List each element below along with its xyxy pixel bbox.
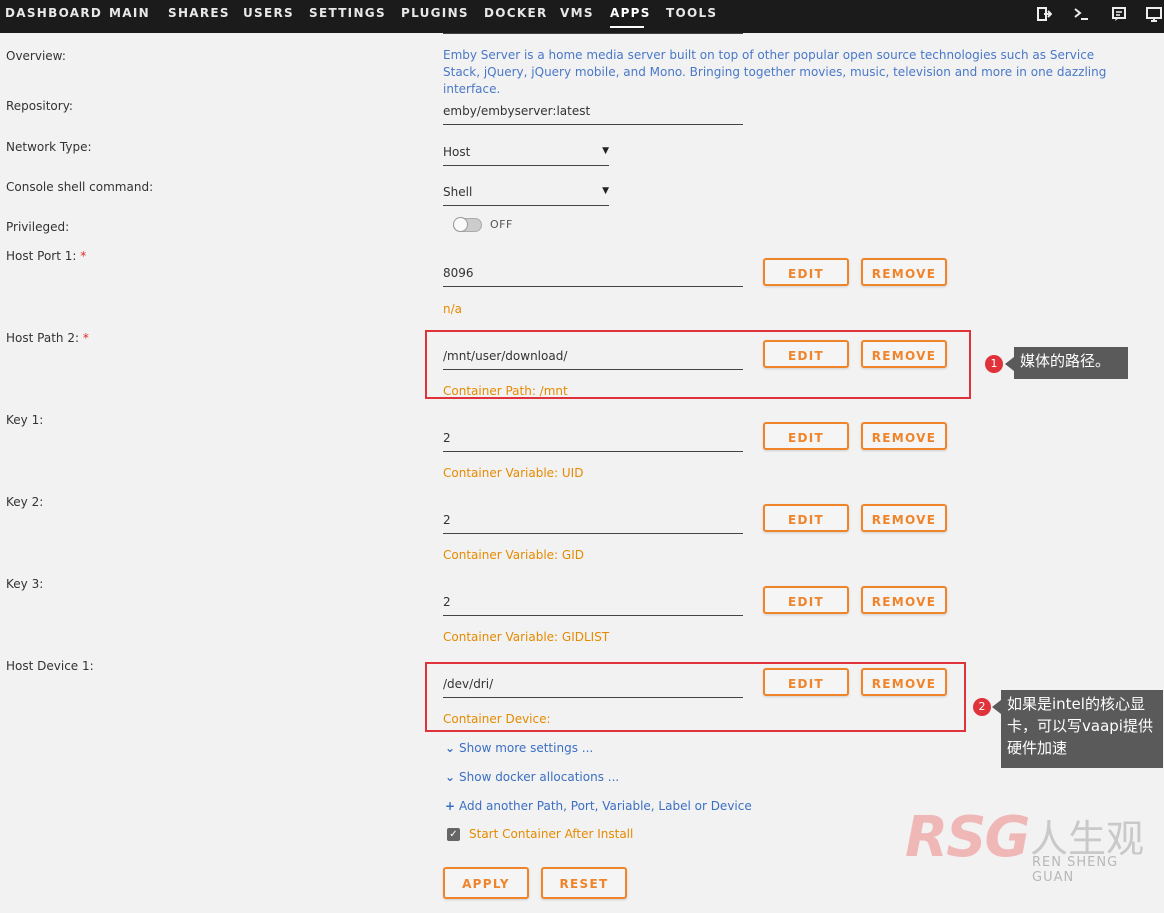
show-more-settings-text: Show more settings ... <box>459 741 594 755</box>
watermark-logo: RSG <box>905 805 1030 870</box>
privileged-state: OFF <box>490 218 513 231</box>
key2-edit-button[interactable]: EDIT <box>763 504 849 532</box>
reset-button[interactable]: RESET <box>541 867 627 899</box>
overview-text: Emby Server is a home media server built… <box>443 48 1107 96</box>
chevron-down-icon: ⌄ <box>445 741 456 755</box>
key2-label: Key 2: <box>6 495 44 509</box>
show-docker-allocations-link[interactable]: ⌄ Show docker allocations ... <box>445 770 619 784</box>
nav-tools[interactable]: TOOLS <box>666 0 717 26</box>
annotation-box-2 <box>425 662 966 732</box>
chevron-down-icon: ▼ <box>602 146 609 156</box>
start-after-install-label: Start Container After Install <box>469 827 634 841</box>
key1-edit-button[interactable]: EDIT <box>763 422 849 450</box>
nav-apps[interactable]: APPS <box>610 0 651 26</box>
host-path-label-text: Host Path 2: <box>6 331 79 345</box>
nav-plugins[interactable]: PLUGINS <box>401 0 469 26</box>
host-port-edit-button[interactable]: EDIT <box>763 258 849 286</box>
required-mark: * <box>82 331 89 345</box>
annotation-callout-2: 如果是intel的核心显卡，可以写vaapi提供硬件加速 <box>992 690 1163 768</box>
key3-input[interactable]: 2 <box>443 595 743 616</box>
overview-label: Overview: <box>6 49 66 63</box>
key3-label: Key 3: <box>6 577 44 591</box>
key1-input[interactable]: 2 <box>443 431 743 452</box>
key3-remove-button[interactable]: REMOVE <box>861 586 947 614</box>
check-icon: ✓ <box>449 829 458 840</box>
key1-label: Key 1: <box>6 413 44 427</box>
show-docker-allocations-text: Show docker allocations ... <box>459 770 620 784</box>
annotation-box-1 <box>425 330 971 399</box>
host-port-input[interactable]: 8096 <box>443 266 743 287</box>
nav-shares[interactable]: SHARES <box>168 0 230 26</box>
repository-label: Repository: <box>6 99 73 113</box>
logout-icon[interactable] <box>1036 6 1053 22</box>
nav-settings[interactable]: SETTINGS <box>309 0 386 26</box>
nav-docker[interactable]: DOCKER <box>484 0 548 26</box>
host-device-label: Host Device 1: <box>6 659 94 673</box>
key2-input[interactable]: 2 <box>443 513 743 534</box>
toggle-knob <box>453 217 468 232</box>
monitor-icon[interactable] <box>1146 6 1162 22</box>
host-port-remove-button[interactable]: REMOVE <box>861 258 947 286</box>
nav-vms[interactable]: VMS <box>560 0 594 26</box>
network-type-label: Network Type: <box>6 140 92 154</box>
name-field-underline <box>443 33 743 34</box>
annotation-callout-1: 媒体的路径。 <box>1005 347 1128 379</box>
watermark-en: REN SHENG GUAN <box>1032 855 1119 885</box>
nav-active-indicator <box>610 26 644 28</box>
key3-edit-button[interactable]: EDIT <box>763 586 849 614</box>
repository-input[interactable]: emby/embyserver:latest <box>443 104 743 125</box>
nav-main[interactable]: MAIN <box>109 0 150 26</box>
host-port-label-text: Host Port 1: <box>6 249 77 263</box>
add-another-link[interactable]: + Add another Path, Port, Variable, Label… <box>445 799 752 813</box>
host-port-label: Host Port 1: * <box>6 249 86 263</box>
key1-hint: Container Variable: UID <box>443 466 584 480</box>
nav-users[interactable]: USERS <box>243 0 294 26</box>
feedback-icon[interactable] <box>1111 6 1127 22</box>
console-shell-label: Console shell command: <box>6 180 154 194</box>
privileged-label: Privileged: <box>6 220 70 234</box>
annotation-marker-2: 2 <box>973 698 991 716</box>
host-port-hint: n/a <box>443 302 463 316</box>
key1-remove-button[interactable]: REMOVE <box>861 422 947 450</box>
plus-icon: + <box>445 799 456 813</box>
start-after-install-checkbox[interactable]: ✓ <box>447 828 460 841</box>
key3-hint: Container Variable: GIDLIST <box>443 630 610 644</box>
network-type-value: Host <box>443 145 471 159</box>
privileged-toggle[interactable] <box>453 217 482 232</box>
network-type-select[interactable]: Host ▼ <box>443 145 609 166</box>
required-mark: * <box>80 249 87 263</box>
key2-hint: Container Variable: GID <box>443 548 584 562</box>
key2-remove-button[interactable]: REMOVE <box>861 504 947 532</box>
annotation-marker-1: 1 <box>985 355 1003 373</box>
console-shell-select[interactable]: Shell ▼ <box>443 185 609 206</box>
apply-button[interactable]: APPLY <box>443 867 529 899</box>
terminal-icon[interactable] <box>1073 6 1089 22</box>
top-navigation: DASHBOARD MAIN SHARES USERS SETTINGS PLU… <box>0 0 1164 33</box>
show-more-settings-link[interactable]: ⌄ Show more settings ... <box>445 741 593 755</box>
host-path-label: Host Path 2: * <box>6 331 89 345</box>
console-shell-value: Shell <box>443 185 473 199</box>
nav-dashboard[interactable]: DASHBOARD <box>5 0 102 26</box>
chevron-down-icon: ▼ <box>602 186 609 196</box>
chevron-down-icon: ⌄ <box>445 770 456 784</box>
add-another-text: Add another Path, Port, Variable, Label … <box>459 799 752 813</box>
